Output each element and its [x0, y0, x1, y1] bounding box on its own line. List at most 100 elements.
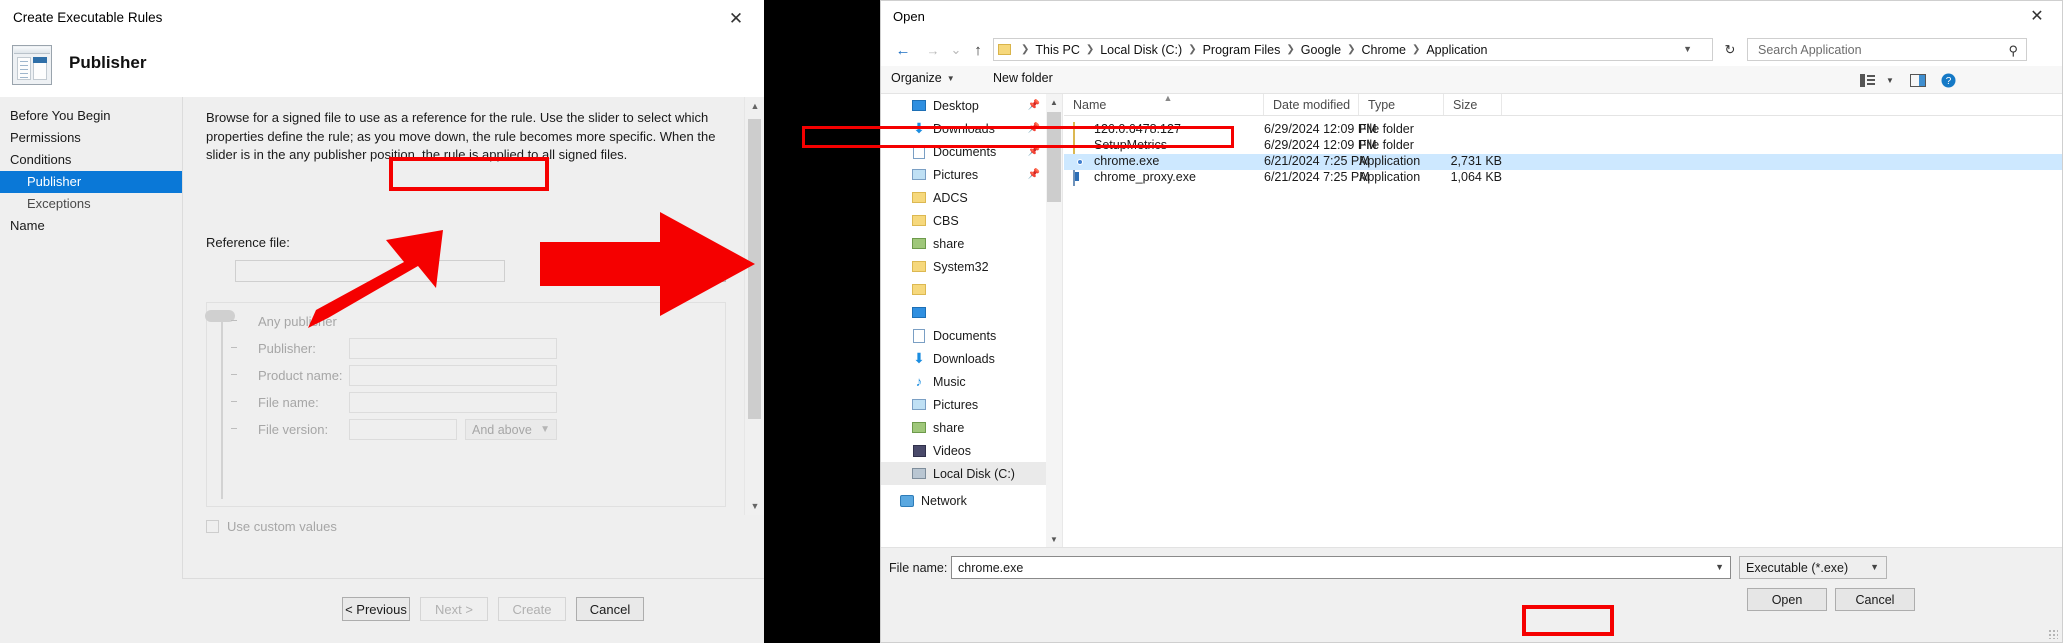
column-header-type[interactable]: Type: [1359, 94, 1444, 115]
videos-icon: [911, 443, 927, 459]
back-icon[interactable]: ←: [891, 38, 915, 62]
search-icon[interactable]: ⚲: [2008, 43, 2018, 59]
scroll-up-icon[interactable]: ▲: [745, 97, 765, 115]
preview-pane-icon[interactable]: [1907, 70, 1929, 90]
column-header-name[interactable]: ▲ Name: [1064, 93, 1264, 115]
music-icon: ♪: [915, 374, 923, 389]
slider-tick-icon: [231, 374, 237, 375]
wizard-window-title: Create Executable Rules: [13, 10, 163, 25]
tree-item-label: Documents: [933, 328, 997, 343]
tree-item-pictures[interactable]: Pictures 📌: [881, 163, 1062, 186]
use-custom-values-checkbox[interactable]: Use custom values: [206, 519, 337, 534]
previous-button[interactable]: < Previous: [342, 597, 410, 621]
tree-item-adcs[interactable]: ADCS: [881, 186, 1062, 209]
tree-item-documents-2[interactable]: Documents: [881, 324, 1062, 347]
tree-item-system32[interactable]: System32: [881, 255, 1062, 278]
breadcrumb-item-chrome[interactable]: Chrome: [1359, 43, 1407, 57]
tree-item-label: Local Disk (C:): [933, 466, 1015, 481]
organize-button[interactable]: Organize ▼: [891, 71, 955, 85]
file-version-input[interactable]: [349, 419, 457, 440]
new-folder-button[interactable]: New folder: [993, 71, 1053, 85]
navigation-pane-scrollbar[interactable]: ▲ ▼: [1046, 94, 1062, 547]
open-button[interactable]: Open: [1747, 588, 1827, 611]
file-date-modified: 6/21/2024 7:25 PM: [1264, 170, 1370, 184]
product-name-input[interactable]: [349, 365, 557, 386]
close-icon[interactable]: ✕: [722, 6, 750, 30]
breadcrumb-item-google[interactable]: Google: [1299, 43, 1343, 57]
pin-icon[interactable]: 📌: [1028, 169, 1040, 180]
resize-grip-icon[interactable]: [2048, 629, 2058, 639]
tree-item-desktop[interactable]: Desktop 📌: [881, 94, 1062, 117]
tree-item-label: Desktop: [933, 98, 979, 113]
tree-item-share[interactable]: share: [881, 232, 1062, 255]
breadcrumb-item-application[interactable]: Application: [1424, 43, 1489, 57]
sidebar-item-permissions[interactable]: Permissions: [0, 127, 182, 149]
recent-locations-icon[interactable]: ⌄: [944, 38, 968, 62]
breadcrumb-item-this-pc[interactable]: This PC: [1033, 43, 1081, 57]
file-name-field[interactable]: ▼: [951, 556, 1731, 579]
breadcrumb-separator-icon: ❯: [1085, 44, 1095, 55]
scroll-down-icon[interactable]: ▼: [1046, 531, 1062, 547]
chevron-down-icon[interactable]: ▼: [1683, 44, 1692, 54]
up-icon[interactable]: ↑: [966, 38, 990, 62]
view-layout-icon[interactable]: [1856, 70, 1878, 90]
breadcrumb-item-local-disk[interactable]: Local Disk (C:): [1098, 43, 1184, 57]
tree-item-downloads-2[interactable]: ⬇ Downloads: [881, 347, 1062, 370]
download-icon: ⬇: [913, 350, 925, 366]
breadcrumb-item-program-files[interactable]: Program Files: [1201, 43, 1283, 57]
sidebar-item-before-you-begin[interactable]: Before You Begin: [0, 105, 182, 127]
breadcrumb-separator-icon: ❯: [1347, 44, 1356, 55]
sidebar-item-publisher[interactable]: Publisher: [0, 171, 182, 193]
table-row[interactable]: chrome_proxy.exe 6/21/2024 7:25 PM Appli…: [1064, 170, 2062, 186]
table-row[interactable]: chrome.exe 6/21/2024 7:25 PM Application…: [1064, 154, 2062, 170]
file-list-pane: ▲ Name Date modified Type Size 126.0.647…: [1064, 93, 2062, 547]
tree-item-videos[interactable]: Videos: [881, 439, 1062, 462]
refresh-icon[interactable]: ↻: [1719, 39, 1741, 61]
help-icon[interactable]: ?: [1937, 70, 1959, 90]
cancel-button[interactable]: Cancel: [576, 597, 644, 621]
search-input[interactable]: [1756, 41, 1990, 58]
tree-item-local-disk-c[interactable]: Local Disk (C:): [881, 462, 1062, 485]
column-header-label: Date modified: [1273, 97, 1351, 112]
tree-item-network[interactable]: Network: [881, 489, 1062, 512]
pin-icon[interactable]: 📌: [1028, 100, 1040, 111]
page-title: Publisher: [69, 53, 147, 72]
search-box[interactable]: ⚲: [1747, 38, 2027, 61]
chevron-down-icon[interactable]: ▼: [1879, 70, 1901, 90]
breadcrumb[interactable]: ❯ This PC ❯ Local Disk (C:) ❯ Program Fi…: [993, 38, 1713, 61]
network-icon: [899, 493, 915, 509]
publisher-input[interactable]: [349, 338, 557, 359]
file-type: File folder: [1359, 122, 1414, 136]
file-type-select[interactable]: Executable (*.exe) ▼: [1739, 556, 1887, 579]
desktop-icon: [911, 98, 927, 114]
file-version-comparison-select[interactable]: And above ▼: [465, 419, 557, 440]
column-header-size[interactable]: Size: [1444, 94, 1502, 115]
wizard-titlebar: Create Executable Rules ✕: [0, 0, 764, 40]
publisher-banner-icon: [12, 45, 52, 85]
tree-item-cbs[interactable]: CBS: [881, 209, 1062, 232]
file-version-comparison-value: And above: [472, 422, 532, 437]
sidebar-item-name[interactable]: Name: [0, 215, 182, 237]
tree-item-pictures-2[interactable]: Pictures: [881, 393, 1062, 416]
tree-item-obscured-1[interactable]: [881, 278, 1062, 301]
annotation-arrow-right-icon: [540, 212, 755, 316]
tree-item-share-2[interactable]: share: [881, 416, 1062, 439]
sidebar-item-exceptions[interactable]: Exceptions: [0, 193, 182, 215]
file-size: 1,064 KB: [1450, 170, 1502, 184]
file-name-input[interactable]: [349, 392, 557, 413]
breadcrumb-separator-icon: ❯: [1188, 44, 1197, 55]
file-name-input[interactable]: [956, 559, 1700, 576]
cancel-button[interactable]: Cancel: [1835, 588, 1915, 611]
forward-icon[interactable]: →: [921, 38, 945, 62]
scroll-up-icon[interactable]: ▲: [1046, 94, 1062, 110]
column-header-date-modified[interactable]: Date modified: [1264, 94, 1359, 115]
sidebar-item-conditions[interactable]: Conditions: [0, 149, 182, 171]
chevron-down-icon[interactable]: ▼: [1715, 562, 1724, 572]
tree-item-label: share: [933, 420, 965, 435]
tree-item-obscured-desktop[interactable]: [881, 301, 1062, 324]
tree-item-music[interactable]: ♪ Music: [881, 370, 1062, 393]
wizard-body: Before You Begin Permissions Conditions …: [0, 97, 764, 643]
scroll-down-icon[interactable]: ▼: [745, 497, 765, 515]
close-icon[interactable]: ✕: [2022, 6, 2052, 28]
product-name-label: Product name:: [258, 368, 343, 383]
